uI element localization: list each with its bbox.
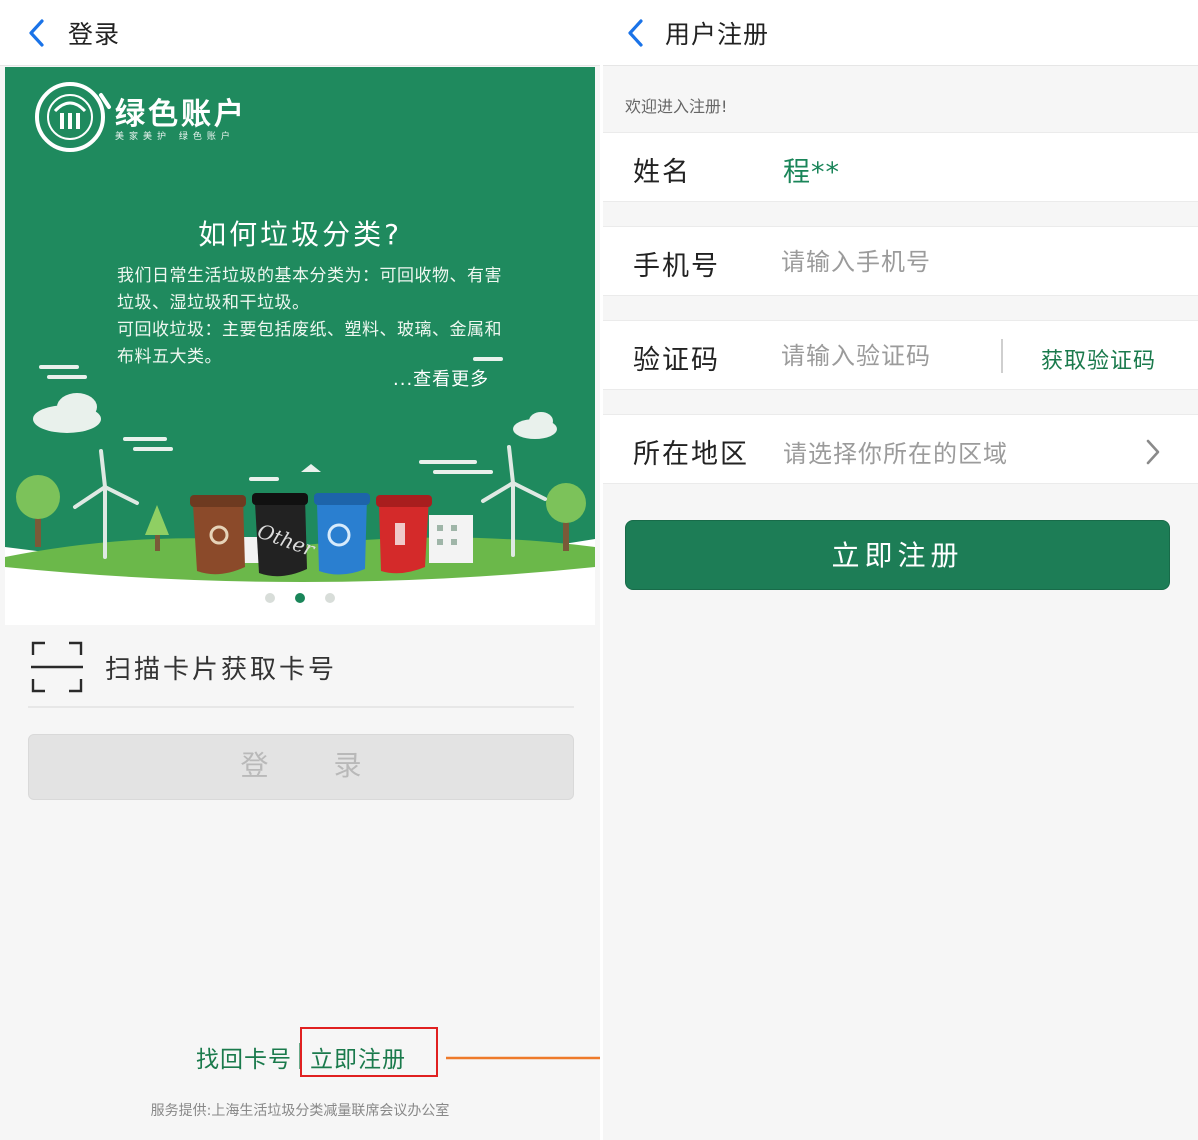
carousel-dot[interactable]	[265, 593, 275, 603]
login-screen: 登录 Other 绿色账户 美家美护 绿色账户 如何垃圾分类? 我们日常生活垃圾…	[0, 0, 600, 1140]
name-value[interactable]: 程**	[783, 150, 840, 189]
name-row: 姓名 程**	[603, 132, 1198, 202]
region-row[interactable]: 所在地区 请选择你所在的区域	[603, 414, 1198, 484]
register-page-title: 用户注册	[665, 20, 770, 49]
banner-paragraph-2: 可回收垃圾：主要包括废纸、塑料、玻璃、金属和布料五大类。	[117, 320, 502, 367]
region-label: 所在地区	[633, 439, 749, 470]
find-card-link[interactable]: 找回卡号	[196, 1040, 292, 1074]
arrow-right-icon	[446, 1056, 600, 1060]
login-button[interactable]: 登 录	[28, 734, 574, 800]
service-provider-text: 服务提供:上海生活垃圾分类减量联席会议办公室	[150, 1103, 450, 1119]
back-chevron-left-icon[interactable]	[625, 16, 647, 50]
scan-card-label: 扫描卡片获取卡号	[105, 655, 338, 685]
brand-name: 绿色账户	[115, 97, 247, 132]
register-nav-bar: 用户注册	[603, 0, 1198, 66]
banner-heading: 如何垃圾分类?	[198, 218, 402, 251]
region-select[interactable]: 请选择你所在的区域	[783, 434, 1008, 469]
back-chevron-left-icon[interactable]	[26, 16, 48, 50]
code-label: 验证码	[633, 345, 720, 376]
scan-card-row[interactable]: 扫描卡片获取卡号	[5, 625, 595, 709]
scan-icon	[31, 641, 83, 693]
phone-input[interactable]	[781, 242, 1011, 282]
carousel-dot-active[interactable]	[295, 593, 305, 603]
code-separator	[1001, 339, 1003, 373]
phone-label: 手机号	[633, 251, 720, 282]
view-more-link[interactable]: ...查看更多	[393, 365, 489, 391]
carousel-dot[interactable]	[325, 593, 335, 603]
carousel-indicator	[0, 590, 600, 606]
verification-code-row: 验证码 获取验证码	[603, 320, 1198, 390]
garbage-sorting-banner[interactable]: Other 绿色账户 美家美护 绿色账户 如何垃圾分类? 我们日常生活垃圾的基本…	[5, 67, 595, 627]
register-screen: 用户注册 欢迎进入注册! 姓名 程** 手机号 验证码 获取验证码 所在地区 请…	[603, 0, 1198, 1140]
brand-subtitle: 美家美护 绿色账户	[115, 132, 235, 142]
chevron-right-icon[interactable]	[1143, 437, 1163, 467]
register-submit-button[interactable]: 立即注册	[625, 520, 1170, 590]
divider	[28, 706, 574, 708]
phone-row: 手机号	[603, 226, 1198, 296]
login-page-title: 登录	[68, 20, 121, 49]
banner-paragraph-1: 我们日常生活垃圾的基本分类为：可回收物、有害垃圾、湿垃圾和干垃圾。	[117, 266, 502, 313]
verification-code-input[interactable]	[781, 336, 1011, 376]
get-code-button[interactable]: 获取验证码	[1041, 343, 1156, 375]
login-nav-bar: 登录	[0, 0, 600, 66]
register-highlight-box	[300, 1027, 438, 1077]
name-label: 姓名	[633, 157, 691, 188]
welcome-text: 欢迎进入注册!	[625, 97, 728, 116]
